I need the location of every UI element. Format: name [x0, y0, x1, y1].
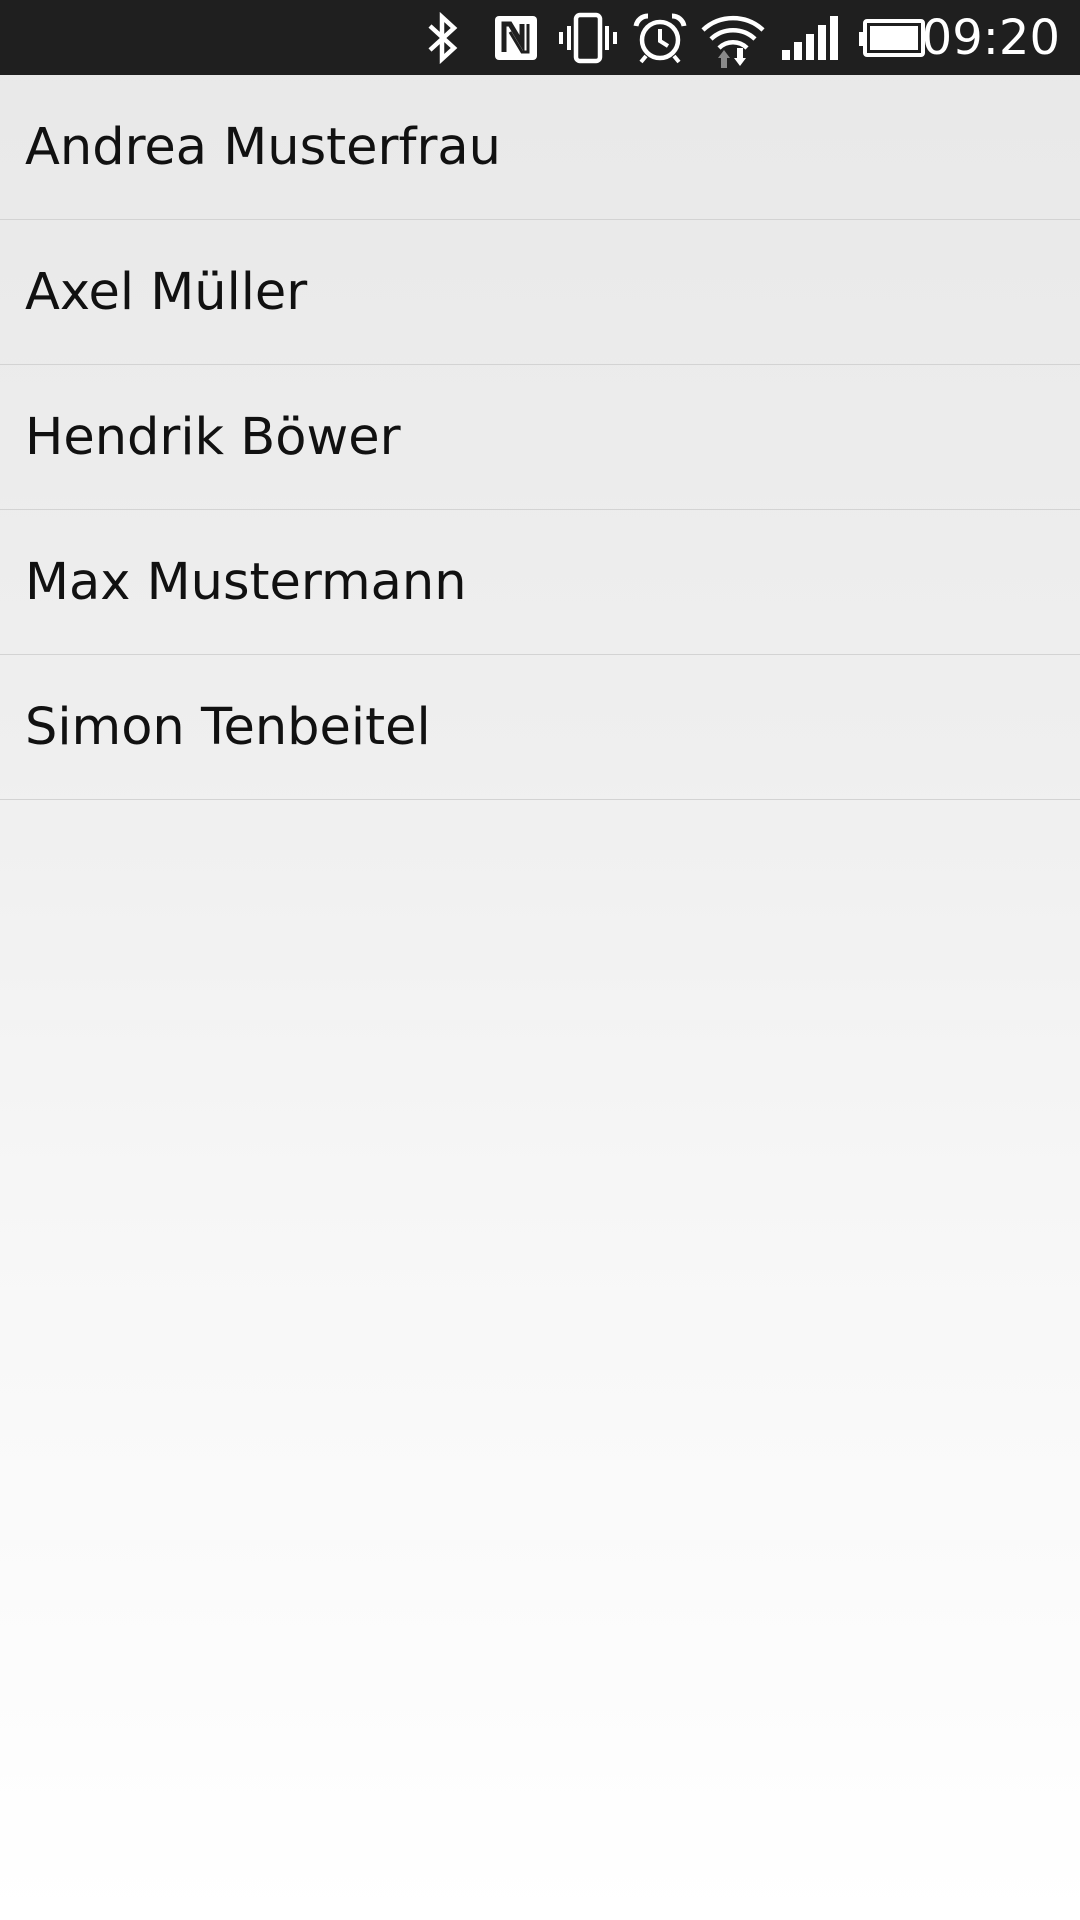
alarm-icon	[632, 12, 688, 64]
contact-list: Andrea Musterfrau Axel Müller Hendrik Bö…	[0, 75, 1080, 800]
list-item[interactable]: Andrea Musterfrau	[0, 75, 1080, 220]
list-item[interactable]: Max Mustermann	[0, 510, 1080, 655]
list-item[interactable]: Hendrik Böwer	[0, 365, 1080, 510]
status-clock: 09:20	[921, 10, 1060, 66]
contact-name: Hendrik Böwer	[25, 408, 401, 467]
contact-name: Simon Tenbeitel	[25, 698, 431, 757]
contact-name: Andrea Musterfrau	[25, 118, 502, 177]
contact-name: Axel Müller	[25, 263, 308, 322]
nfc-icon	[492, 12, 540, 64]
list-item[interactable]: Simon Tenbeitel	[0, 655, 1080, 800]
signal-icon	[780, 12, 840, 64]
list-item[interactable]: Axel Müller	[0, 220, 1080, 365]
wifi-icon	[700, 12, 766, 68]
battery-icon	[857, 12, 927, 64]
status-bar: 09:20	[0, 0, 1080, 75]
contact-name: Max Mustermann	[25, 553, 467, 612]
vibrate-icon	[558, 12, 618, 64]
bluetooth-icon	[420, 12, 466, 64]
